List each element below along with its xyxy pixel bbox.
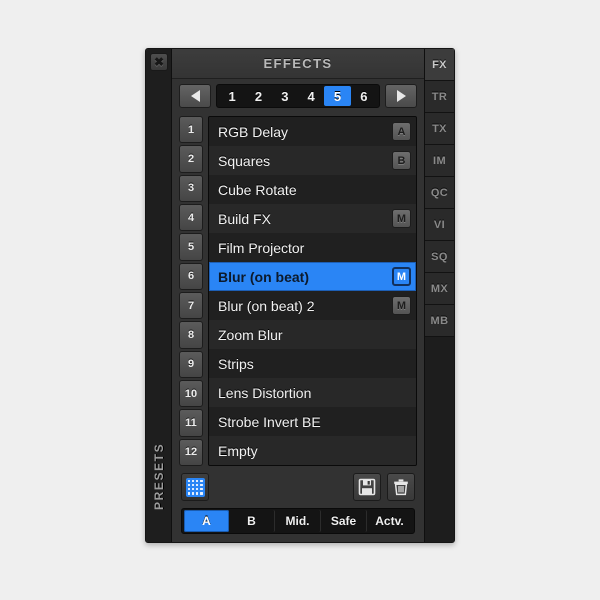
effect-row-badge-empty (392, 383, 411, 402)
tab-tx[interactable]: TX (425, 113, 454, 145)
effect-row[interactable]: Film Projector (209, 233, 416, 262)
effect-row[interactable]: Strips (209, 349, 416, 378)
effect-row[interactable]: Cube Rotate (209, 175, 416, 204)
slot-number-9[interactable]: 9 (179, 350, 203, 378)
tab-im[interactable]: IM (425, 145, 454, 177)
tab-mx[interactable]: MX (425, 273, 454, 305)
effect-row-label: Strobe Invert BE (218, 413, 321, 430)
effect-list: RGB Delay A Squares B Cube Rotate Build FX M Fi… (208, 116, 417, 466)
effect-row[interactable]: Blur (on beat) 2 M (209, 291, 416, 320)
slot-number-5[interactable]: 5 (179, 233, 203, 261)
effect-row-label: Build FX (218, 210, 271, 227)
effect-row-label: Cube Rotate (218, 181, 297, 198)
effect-row-label: Empty (218, 442, 258, 459)
effect-row-badge[interactable]: A (392, 122, 411, 141)
effect-row-badge[interactable]: B (392, 151, 411, 170)
mode-button-a[interactable]: A (184, 510, 229, 532)
tab-mb[interactable]: MB (425, 305, 454, 337)
floppy-save-icon (358, 478, 376, 496)
slot-number-11[interactable]: 11 (179, 409, 203, 437)
effect-row[interactable]: Squares B (209, 146, 416, 175)
effect-row[interactable]: RGB Delay A (209, 117, 416, 146)
effect-row-badge-empty (392, 354, 411, 373)
effect-row-badge[interactable]: M (392, 267, 411, 286)
mode-button-mid[interactable]: Mid. (275, 510, 321, 532)
right-rail-filler (425, 337, 454, 542)
page-title: EFFECTS (263, 56, 333, 71)
presets-side-label: PRESETS (152, 442, 166, 510)
effect-row-badge-empty (392, 412, 411, 431)
effect-row-label: Lens Distortion (218, 384, 312, 401)
main-column: EFFECTS 1 2 3 4 5 6 1 2 3 4 5 6 7 8 9 10… (172, 49, 424, 542)
effect-row-label: Strips (218, 355, 254, 372)
trash-delete-icon (394, 479, 408, 496)
effect-row-label: Zoom Blur (218, 326, 283, 343)
tab-tr[interactable]: TR (425, 81, 454, 113)
slot-number-10[interactable]: 10 (179, 379, 203, 408)
effect-row-badge[interactable]: M (392, 209, 411, 228)
slot-number-column: 1 2 3 4 5 6 7 8 9 10 11 12 (179, 116, 203, 466)
arrow-left-icon (190, 90, 200, 102)
effect-row[interactable]: Build FX M (209, 204, 416, 233)
effect-row[interactable]: Strobe Invert BE (209, 407, 416, 436)
effect-row[interactable]: Lens Distortion (209, 378, 416, 407)
effect-row-label: Film Projector (218, 239, 305, 256)
slot-number-7[interactable]: 7 (179, 291, 203, 320)
slot-number-8[interactable]: 8 (179, 321, 203, 349)
page-button-2[interactable]: 2 (245, 86, 271, 106)
prev-page-button[interactable] (179, 84, 211, 108)
right-tab-rail: FX TR TX IM QC VI SQ MX MB (424, 49, 454, 542)
slot-number-3[interactable]: 3 (179, 174, 203, 202)
effect-row-label: Squares (218, 152, 271, 169)
effect-row-badge-empty (392, 180, 411, 199)
mode-button-safe[interactable]: Safe (321, 510, 367, 532)
effect-row[interactable]: Empty (209, 436, 416, 465)
page-button-5[interactable]: 5 (324, 86, 351, 106)
arrow-right-icon (396, 90, 406, 102)
page-buttons: 1 2 3 4 5 6 (216, 84, 380, 108)
screen: ✖ PRESETS EFFECTS 1 2 3 4 5 6 1 2 3 4 5 … (0, 0, 600, 600)
page-button-6[interactable]: 6 (351, 86, 377, 106)
mode-button-actv[interactable]: Actv. (367, 510, 412, 532)
close-x-icon[interactable]: ✖ (150, 53, 168, 71)
tab-qc[interactable]: QC (425, 177, 454, 209)
slot-number-12[interactable]: 12 (179, 438, 203, 466)
delete-button[interactable] (387, 473, 415, 501)
effect-row-badge-empty (392, 238, 411, 257)
titlebar: EFFECTS (172, 49, 424, 79)
effect-row[interactable]: Zoom Blur (209, 320, 416, 349)
tab-fx[interactable]: FX (425, 49, 454, 81)
next-page-button[interactable] (385, 84, 417, 108)
page-selector-row: 1 2 3 4 5 6 (172, 79, 424, 113)
effect-row-label: Blur (on beat) (218, 268, 309, 285)
effects-window: ✖ PRESETS EFFECTS 1 2 3 4 5 6 1 2 3 4 5 … (145, 48, 455, 543)
mode-buttons: A B Mid. Safe Actv. (181, 508, 415, 534)
slot-number-1[interactable]: 1 (179, 116, 203, 144)
slot-number-4[interactable]: 4 (179, 203, 203, 232)
mode-row: A B Mid. Safe Actv. (172, 508, 424, 542)
slot-list-area: 1 2 3 4 5 6 7 8 9 10 11 12 RGB Delay A Squ… (172, 113, 424, 466)
effect-row-badge-empty (392, 325, 411, 344)
left-rail: ✖ PRESETS (146, 49, 172, 542)
save-button[interactable] (353, 473, 381, 501)
slot-number-6[interactable]: 6 (179, 262, 203, 290)
tools-row (172, 466, 424, 508)
tab-sq[interactable]: SQ (425, 241, 454, 273)
mode-button-b[interactable]: B (229, 510, 275, 532)
grid-matrix-icon[interactable] (181, 473, 209, 501)
page-button-1[interactable]: 1 (219, 86, 245, 106)
effect-row-label: Blur (on beat) 2 (218, 297, 315, 314)
effect-row-badge-empty (392, 441, 411, 460)
tab-vi[interactable]: VI (425, 209, 454, 241)
page-button-4[interactable]: 4 (298, 86, 324, 106)
grid-matrix-glyph (185, 477, 205, 497)
effect-row-label: RGB Delay (218, 123, 289, 140)
slot-number-2[interactable]: 2 (179, 145, 203, 173)
effect-row[interactable]: Blur (on beat) M (209, 262, 416, 291)
effect-row-badge[interactable]: M (392, 296, 411, 315)
page-button-3[interactable]: 3 (272, 86, 298, 106)
